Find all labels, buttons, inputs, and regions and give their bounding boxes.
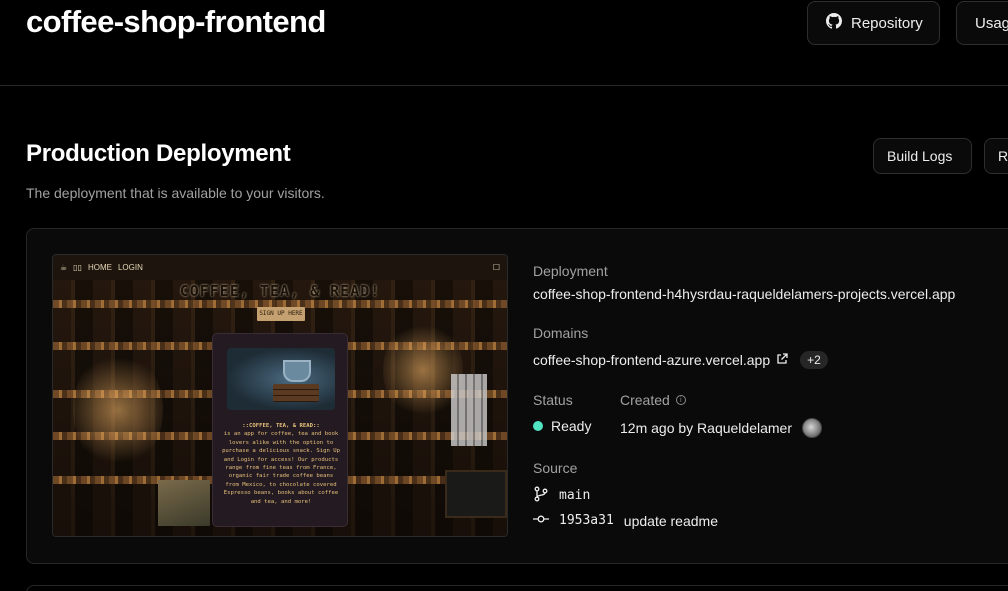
source-label: Source [533, 460, 578, 476]
project-title: coffee-shop-frontend [26, 4, 326, 39]
status-value: Ready [551, 418, 592, 434]
deployment-label: Deployment [533, 263, 608, 279]
preview-info-panel: ::COFFEE, TEA, & READ:: is an app for co… [212, 333, 348, 527]
git-branch-icon [533, 486, 549, 505]
usage-button[interactable]: Usag [956, 1, 1008, 45]
domain-link[interactable]: coffee-shop-frontend-azure.vercel.app [533, 352, 770, 368]
status-label: Status [533, 392, 573, 408]
domains-more-badge[interactable]: +2 [800, 351, 828, 369]
preview-panel-text: ::COFFEE, TEA, & READ:: is an app for co… [221, 422, 341, 506]
header-divider [0, 85, 1008, 86]
info-icon[interactable]: i [675, 395, 686, 405]
next-card-edge [26, 585, 1008, 591]
preview-book-icon: ▯▯ [73, 263, 82, 272]
section-description: The deployment that is available to your… [26, 185, 325, 201]
section-title: Production Deployment [26, 140, 291, 167]
commit-hash: 1953a31 [559, 513, 614, 528]
repository-label: Repository [851, 14, 923, 32]
build-logs-button[interactable]: Build Logs [873, 138, 972, 174]
preview-signup-button: SIGN UP HERE [257, 307, 305, 321]
branch-row[interactable]: main [533, 486, 590, 505]
preview-coffee-photo [227, 348, 335, 410]
created-value: 12m ago by Raqueldelamer [620, 420, 792, 436]
preview-cabinet [451, 374, 487, 446]
preview-cart-icon: ☐ [492, 263, 500, 272]
created-value-row: 12m ago by Raqueldelamer [620, 418, 822, 438]
preview-chalkboard [445, 470, 507, 518]
commit-message: update readme [623, 512, 718, 529]
deployment-preview[interactable]: ☕ ▯▯ HOME LOGIN ☐ COFFEE, TEA, & READ! S… [52, 254, 508, 537]
github-icon [826, 13, 842, 33]
external-link-icon[interactable] [776, 352, 788, 368]
created-label-row: Created i [620, 392, 686, 408]
preview-poster [158, 480, 210, 526]
preview-background-scene: COFFEE, TEA, & READ! SIGN UP HERE ::COFF… [53, 280, 507, 536]
preview-nav-login: LOGIN [117, 263, 143, 272]
preview-panel-title: ::COFFEE, TEA, & READ:: [242, 423, 320, 429]
repository-button[interactable]: Repository [807, 1, 940, 45]
git-commit-icon [533, 511, 549, 530]
preview-panel-body: is an app for coffee, tea and book lover… [222, 431, 340, 505]
avatar[interactable] [802, 418, 822, 438]
usage-label: Usag [975, 14, 1008, 32]
redeploy-label: R [998, 148, 1008, 164]
created-label: Created [620, 392, 670, 408]
commit-row[interactable]: 1953a31 update readme [533, 511, 718, 530]
branch-name: main [559, 488, 591, 503]
preview-cup-icon: ☕ [60, 263, 68, 272]
preview-nav-home: HOME [87, 263, 112, 272]
deployment-url-link[interactable]: coffee-shop-frontend-h4hysrdau-raqueldel… [533, 286, 955, 302]
domains-label: Domains [533, 325, 589, 341]
build-logs-label: Build Logs [887, 148, 953, 164]
domain-row: coffee-shop-frontend-azure.vercel.app +2 [533, 351, 828, 369]
preview-heading: COFFEE, TEA, & READ! [179, 282, 381, 300]
status-dot-icon [533, 421, 543, 431]
redeploy-button[interactable]: R [984, 138, 1008, 174]
status-value-row: Ready [533, 418, 591, 434]
deployment-card: ☕ ▯▯ HOME LOGIN ☐ COFFEE, TEA, & READ! S… [26, 228, 1008, 564]
preview-navbar: ☕ ▯▯ HOME LOGIN ☐ [53, 255, 507, 280]
